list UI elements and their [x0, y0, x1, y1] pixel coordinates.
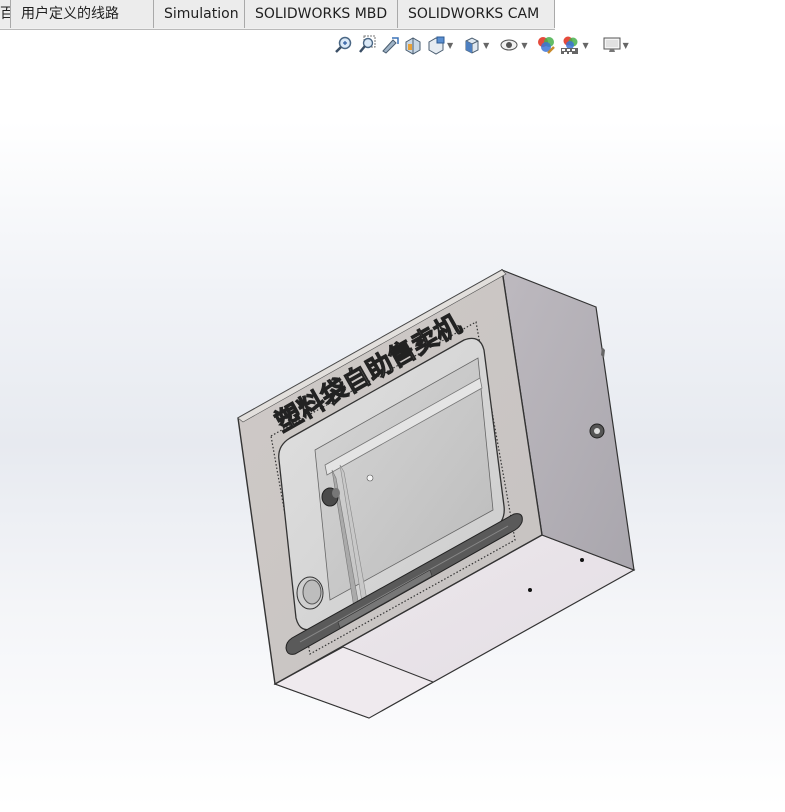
chevron-down-icon: ▼: [582, 40, 589, 50]
graphics-area[interactable]: 塑料袋自助售卖机: [0, 58, 785, 808]
bottom-hole: [528, 588, 532, 592]
inner-pin: [366, 474, 374, 482]
tab-user-defined-routing[interactable]: 用户定义的线路: [11, 0, 154, 28]
chevron-down-icon: ▼: [483, 40, 490, 50]
display-style-button[interactable]: ▼: [498, 35, 527, 55]
vending-machine-model[interactable]: 塑料袋自助售卖机: [0, 58, 785, 808]
view-settings-button[interactable]: ▼: [602, 35, 629, 55]
tab-simulation[interactable]: Simulation: [154, 0, 245, 28]
command-manager-tabs: 百 用户定义的线路 Simulation SOLIDWORKS MBD SOLI…: [0, 0, 555, 30]
tab-solidworks-mbd[interactable]: SOLIDWORKS MBD: [245, 0, 398, 28]
bottom-hole: [580, 558, 584, 562]
monitor-icon: [603, 37, 621, 52]
view-orientation-icon: [465, 37, 479, 54]
inner-knob-highlight: [332, 488, 340, 498]
edit-appearance-button[interactable]: [536, 35, 556, 55]
dynamic-annotation-icon: [428, 36, 445, 55]
apply-scene-icon: [561, 36, 579, 54]
view-orientation-button[interactable]: ▼: [462, 35, 489, 55]
chevron-down-icon: ▼: [447, 40, 454, 50]
section-view-button[interactable]: [403, 35, 423, 55]
apply-scene-button[interactable]: ▼: [559, 35, 589, 55]
zoom-to-area-icon: [359, 35, 376, 53]
previous-view-button[interactable]: [380, 35, 400, 55]
section-view-icon: [405, 37, 421, 55]
zoom-to-fit-icon: [335, 36, 352, 53]
heads-up-view-toolbar: ▼ ▼ ▼ ▼ ▼: [334, 34, 632, 56]
display-style-icon: [500, 39, 518, 51]
roll-holder-inner: [302, 579, 322, 605]
dynamic-annotation-button[interactable]: ▼: [426, 35, 453, 55]
chevron-down-icon: ▼: [521, 40, 528, 50]
previous-view-icon: [382, 37, 399, 54]
zoom-to-area-button[interactable]: [357, 35, 377, 55]
edit-appearance-icon: [538, 37, 556, 54]
side-button-center: [594, 428, 600, 434]
tab-partial[interactable]: 百: [0, 0, 11, 28]
zoom-to-fit-button[interactable]: [334, 35, 354, 55]
chevron-down-icon: ▼: [622, 40, 629, 50]
tab-solidworks-cam[interactable]: SOLIDWORKS CAM: [398, 0, 555, 28]
